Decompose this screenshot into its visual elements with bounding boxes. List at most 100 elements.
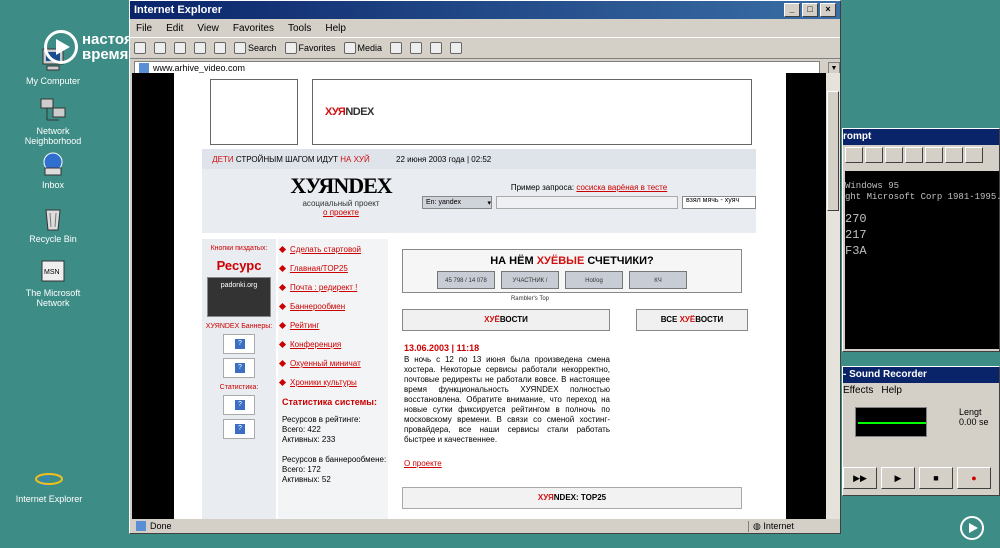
nav-banner-exchange[interactable]: Баннерообмен	[278, 302, 388, 311]
nav-column: Сделать стартовой Главная/TOP25 Почта : …	[278, 239, 388, 519]
about-link[interactable]: о проекте	[274, 208, 408, 217]
menu-tools[interactable]: Tools	[288, 23, 311, 34]
page-icon	[139, 63, 149, 73]
nav-chronicles[interactable]: Хроники культуры	[278, 378, 388, 387]
record-button[interactable]: ●	[957, 467, 991, 489]
stop-button[interactable]	[174, 42, 186, 54]
site-logo[interactable]: ХУЯNDEX асоциальный проект о проекте	[274, 173, 408, 217]
search-button[interactable]: Search	[234, 42, 277, 54]
nav-minichat[interactable]: Охуенный миничат	[278, 359, 388, 368]
edit-button[interactable]	[450, 42, 463, 54]
logo-word: ХУЯNDEX	[290, 173, 392, 198]
length-readout: Lengt 0.00 se	[959, 407, 989, 427]
counters-banner[interactable]: НА НЁМ ХУЁВЫЕ СЧЕТЧИКИ? 45 798 / 14 078 …	[402, 249, 742, 302]
news-header[interactable]: ХУЁВОСТИ	[402, 309, 610, 331]
cmd-toolbar	[843, 145, 999, 167]
menu-help[interactable]: Help	[325, 23, 346, 34]
refresh-button[interactable]	[194, 42, 206, 54]
close-button[interactable]: ×	[820, 3, 836, 17]
media-icon	[343, 42, 356, 54]
desktop-icon-inbox[interactable]: Inbox	[8, 150, 98, 190]
menu-help-sound[interactable]: Help	[881, 385, 902, 399]
resurs-button[interactable]: Ресурс	[202, 258, 276, 273]
all-news-header[interactable]: ВСЕ ХУЁВОСТИ	[636, 309, 748, 331]
desktop-icon-msn[interactable]: MSN The Microsoft Network	[8, 258, 98, 308]
mail-icon	[410, 42, 423, 54]
edit-icon	[450, 42, 463, 54]
toolbar: Search Favorites Media	[130, 37, 840, 59]
desktop-icon-recycle-bin[interactable]: Recycle Bin	[8, 204, 98, 244]
search-submit-button[interactable]: взял мячь - хуяч	[682, 196, 756, 209]
exchange-label: Ресурсов в баннерообмене:	[282, 455, 387, 464]
back-button[interactable]	[134, 42, 146, 54]
stats-slot[interactable]: ?	[223, 419, 255, 439]
fast-forward-button[interactable]: ▶▶	[843, 467, 877, 489]
history-button[interactable]	[390, 42, 403, 54]
small-logo: ХУЯNDEX	[325, 106, 374, 118]
favorites-button[interactable]: Favorites	[284, 42, 336, 54]
stop-button-sound[interactable]: ■	[919, 467, 953, 489]
minimize-button[interactable]: _	[784, 3, 800, 17]
cmd-window[interactable]: rompt Windows 95 ght Microsoft Corp 1981-…	[842, 128, 1000, 352]
counters-banner-text: НА НЁМ ХУЁВЫЕ СЧЕТЧИКИ?	[490, 255, 654, 267]
cmd-tool-button[interactable]	[965, 147, 983, 163]
home-button[interactable]	[214, 42, 226, 54]
scrollbar-thumb[interactable]	[827, 91, 839, 211]
vertical-scrollbar[interactable]	[826, 73, 840, 519]
mail-button[interactable]	[410, 42, 423, 54]
engine-select[interactable]: En: yandex ▾	[422, 196, 492, 209]
banner-left[interactable]	[210, 79, 298, 145]
forward-icon	[154, 42, 166, 54]
window-titlebar[interactable]: Internet Explorer _ □ ×	[130, 1, 840, 19]
waveform-display	[855, 407, 927, 437]
banner-slot[interactable]: ?	[223, 358, 255, 378]
menu-edit[interactable]: Edit	[166, 23, 183, 34]
banner-slot[interactable]: ?	[223, 334, 255, 354]
window-title: Internet Explorer	[134, 4, 223, 16]
nav-make-start[interactable]: Сделать стартовой	[278, 245, 388, 254]
media-button[interactable]: Media	[343, 42, 383, 54]
forward-button[interactable]	[154, 42, 166, 54]
network-icon	[39, 96, 67, 124]
back-icon	[134, 42, 146, 54]
cmd-tool-button[interactable]	[885, 147, 903, 163]
padonki-banner[interactable]: padonki.org	[207, 277, 271, 317]
svg-text:MSN: MSN	[44, 269, 60, 276]
nav-rating[interactable]: Рейтинг	[278, 321, 388, 330]
print-button[interactable]	[430, 42, 443, 54]
desktop-icon-network[interactable]: Network Neighborhood	[8, 96, 98, 146]
cmd-tool-button[interactable]	[925, 147, 943, 163]
nav-main-top25[interactable]: Главная/TOP25	[278, 264, 388, 273]
cmd-tool-button[interactable]	[945, 147, 963, 163]
stats-slot[interactable]: ?	[223, 395, 255, 415]
search-example: Пример запроса: сосиска варёная в тесте	[510, 183, 668, 192]
search-example-link[interactable]: сосиска варёная в тесте	[576, 183, 667, 192]
record-icon: ●	[971, 473, 977, 483]
search-input[interactable]	[496, 196, 678, 209]
top25-header[interactable]: ХУЯNDEX: TOP25	[402, 487, 742, 509]
sound-recorder-title: - Sound Recorder	[843, 367, 999, 383]
play-icon	[44, 30, 78, 64]
menu-file[interactable]: File	[136, 23, 152, 34]
history-icon	[390, 42, 403, 54]
desktop-icon-ie[interactable]: e Internet Explorer	[4, 464, 94, 504]
ie-window[interactable]: Internet Explorer _ □ × File Edit View F…	[129, 0, 841, 534]
cmd-tool-button[interactable]	[865, 147, 883, 163]
menu-view[interactable]: View	[197, 23, 219, 34]
cmd-tool-button[interactable]	[845, 147, 863, 163]
banners-title: ХУЯNDEX Баннеры:	[205, 323, 273, 330]
media-label: Media	[357, 43, 383, 53]
web-page: ХУЯNDEX ДЕТИ СТРОЙНЫМ ШАГОМ ИДУТ НА ХУЙ …	[174, 73, 786, 519]
nav-mail-redirect[interactable]: Почта : редирект !	[278, 283, 388, 292]
news-about-link[interactable]: О проекте	[404, 459, 442, 468]
cmd-output[interactable]: Windows 95 ght Microsoft Corp 1981-1995. 2…	[845, 171, 1000, 349]
menu-effects[interactable]: Effects	[843, 385, 873, 399]
maximize-button[interactable]: □	[802, 3, 818, 17]
play-button[interactable]: ▶	[881, 467, 915, 489]
menu-favorites[interactable]: Favorites	[233, 23, 274, 34]
banner-right[interactable]: ХУЯNDEX	[312, 79, 752, 145]
nav-conference[interactable]: Конференция	[278, 340, 388, 349]
cmd-tool-button[interactable]	[905, 147, 923, 163]
sound-recorder-window[interactable]: - Sound Recorder Effects Help Lengt 0.00…	[842, 366, 1000, 496]
search-label: Search	[248, 43, 277, 53]
